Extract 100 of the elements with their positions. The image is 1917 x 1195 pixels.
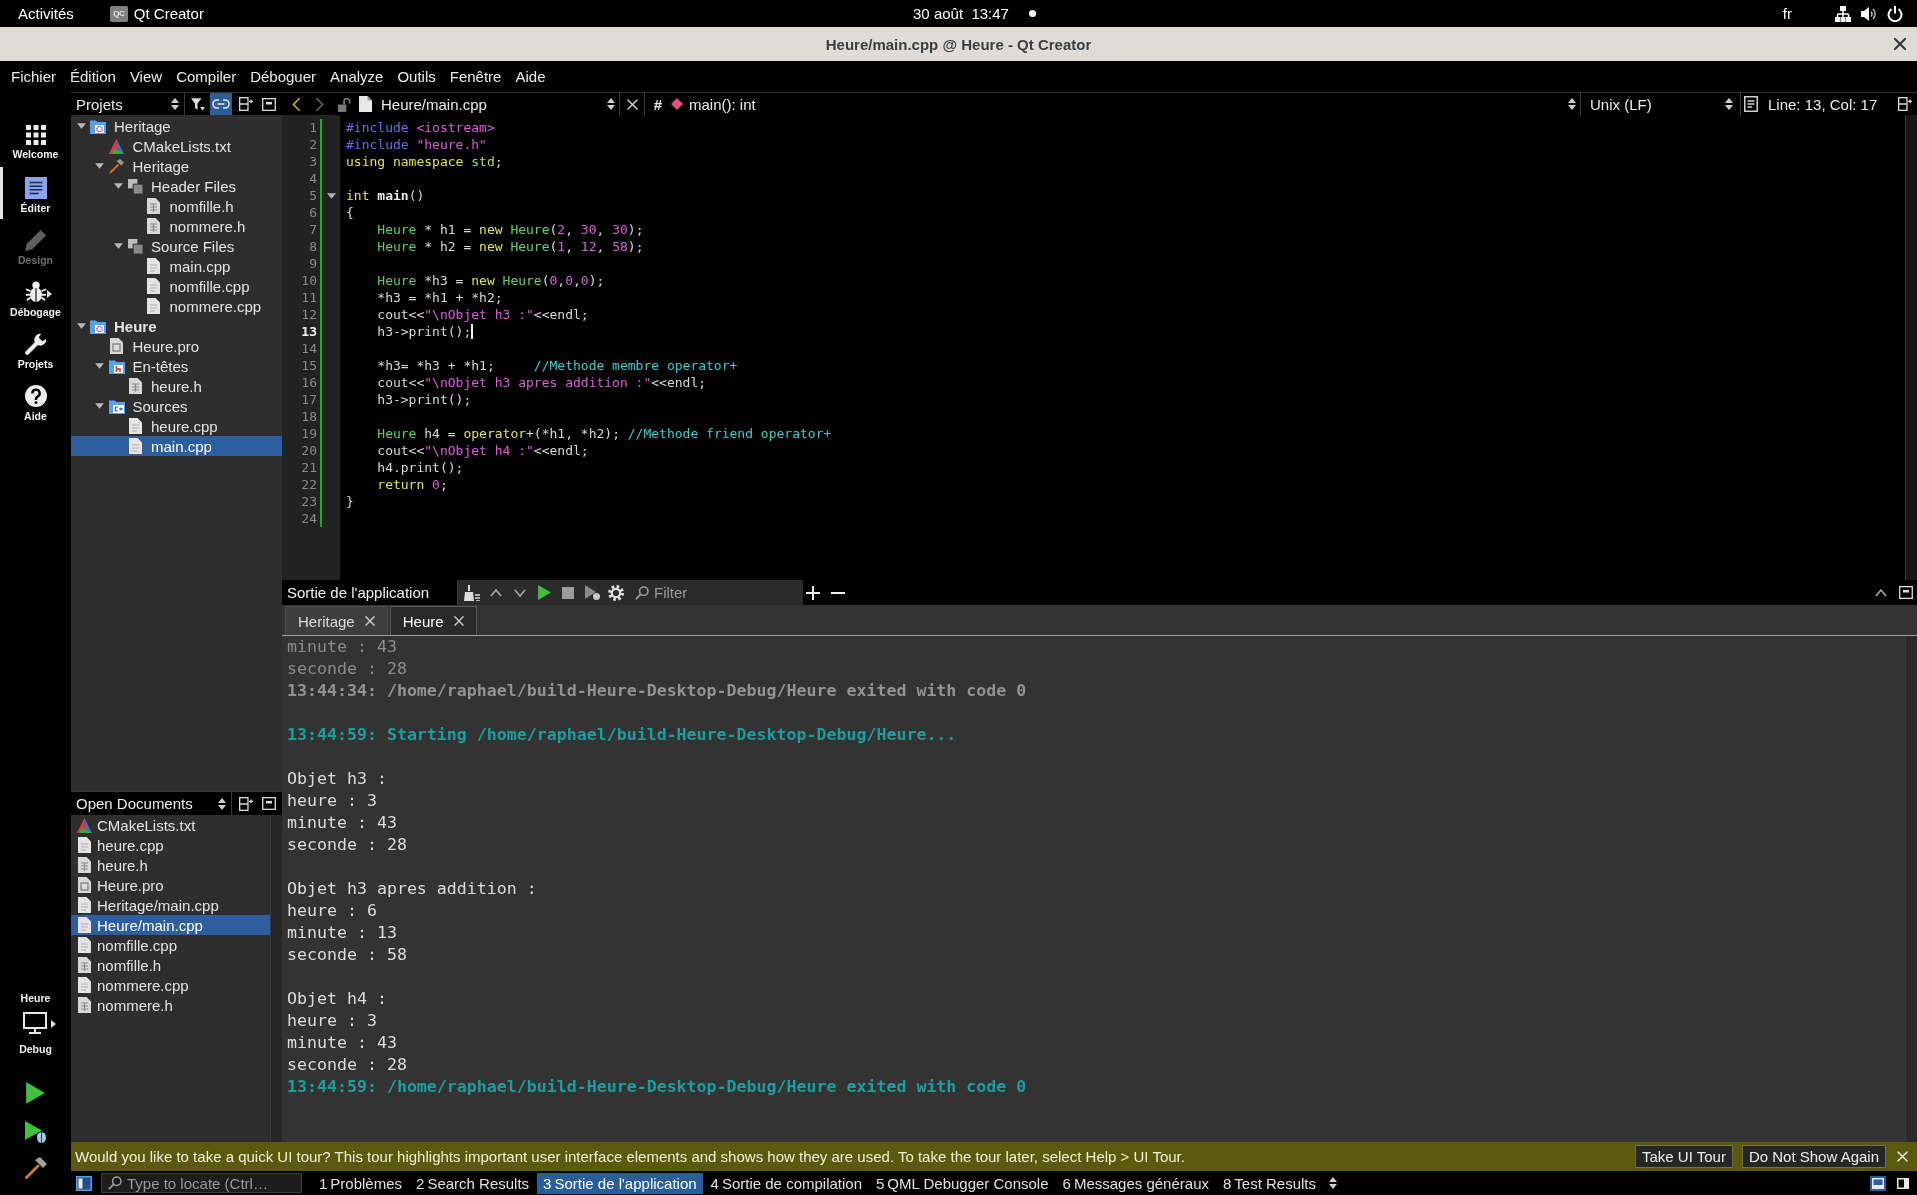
filter-icon[interactable] (191, 97, 205, 111)
mode-button[interactable]: Welcome (0, 115, 71, 167)
tree-item[interactable]: nommere.cpp (71, 296, 282, 316)
menu-item[interactable]: Compiler (169, 64, 244, 89)
open-document[interactable]: nommere.h (71, 995, 270, 1015)
fold-arrow-icon[interactable] (326, 192, 336, 199)
caret-down-icon[interactable] (514, 588, 526, 597)
output-pane-button[interactable]: 4 Sortie de compilation (704, 1172, 868, 1194)
menu-item[interactable]: Fenêtre (442, 64, 509, 89)
maximize-caret-icon[interactable] (1875, 588, 1887, 597)
minus-icon[interactable] (831, 591, 845, 594)
close-icon[interactable] (1894, 38, 1906, 50)
mode-button[interactable]: Éditer (0, 167, 71, 219)
plus-icon[interactable] (806, 585, 820, 600)
document-icon[interactable] (1744, 96, 1758, 112)
run-icon[interactable] (26, 1082, 45, 1104)
scrollbar[interactable] (1905, 115, 1917, 580)
open-document[interactable]: Heure.pro (71, 875, 270, 895)
caret-down-icon[interactable] (113, 243, 123, 249)
tour-button[interactable]: Take UI Tour (1635, 1145, 1733, 1168)
close-panel-icon[interactable] (262, 97, 276, 111)
open-document[interactable]: heure.cpp (71, 835, 270, 855)
help-icon[interactable] (24, 385, 47, 407)
debug-attach-icon[interactable] (584, 585, 600, 600)
tree-item[interactable]: Header Files (71, 176, 282, 196)
scrollbar[interactable] (270, 815, 282, 1142)
hammer-icon[interactable] (24, 1157, 47, 1179)
activities-button[interactable]: Activités (18, 5, 74, 22)
wrench-icon[interactable] (24, 333, 47, 355)
tree-item[interactable]: Source Files (71, 236, 282, 256)
tour-button[interactable]: Do Not Show Again (1741, 1145, 1886, 1168)
menu-item[interactable]: Déboguer (243, 64, 324, 89)
caret-up-icon[interactable] (490, 588, 502, 597)
up-down-arrows-icon[interactable] (218, 797, 226, 810)
open-document[interactable]: nomfille.cpp (71, 935, 270, 955)
output-pane-button[interactable]: 3 Sortie de l'application (537, 1172, 703, 1194)
tree-item[interactable]: Heritage (71, 116, 282, 136)
brush-icon[interactable] (464, 584, 480, 601)
close-panel-icon[interactable] (1899, 586, 1913, 599)
tree-item[interactable]: Sources (71, 396, 282, 416)
debug-run-icon[interactable] (24, 1121, 47, 1143)
tree-item[interactable]: heure.h (71, 376, 282, 396)
split-icon[interactable] (239, 796, 253, 811)
scrollbar[interactable] (1905, 636, 1917, 1142)
tree-item[interactable]: main.cpp (71, 436, 282, 456)
power-icon[interactable] (1887, 5, 1903, 22)
open-document[interactable]: nommere.cpp (71, 975, 270, 995)
menu-item[interactable]: Aide (508, 64, 553, 89)
output-tab[interactable]: Heritage (285, 606, 388, 635)
locator-field[interactable]: Type to locate (Ctrl… (101, 1173, 302, 1193)
tree-item[interactable]: En-têtes (71, 356, 282, 376)
menu-item[interactable]: Édition (63, 64, 123, 89)
volume-icon[interactable] (1861, 5, 1877, 22)
panel-toggle-icon[interactable] (1870, 1175, 1886, 1191)
settings-icon[interactable] (608, 584, 624, 601)
open-document[interactable]: Heritage/main.cpp (71, 895, 270, 915)
output-pane-button[interactable]: 2 Search Results (410, 1172, 536, 1194)
open-document[interactable]: heure.h (71, 855, 270, 875)
menu-item[interactable]: Fichier (4, 64, 63, 89)
tree-item[interactable]: main.cpp (71, 256, 282, 276)
output-tab[interactable]: Heure (389, 606, 477, 635)
output-pane-button[interactable]: 5 QML Debugger Console (870, 1172, 1055, 1194)
caret-down-icon[interactable] (95, 403, 104, 409)
hash-button[interactable]: # (645, 95, 671, 113)
up-down-arrows-icon[interactable] (171, 98, 179, 110)
open-document[interactable]: nomfille.h (71, 955, 270, 975)
tree-item[interactable]: heure.cpp (71, 416, 282, 436)
network-icon[interactable] (1835, 5, 1851, 22)
open-document[interactable]: Heure/main.cpp (71, 915, 270, 935)
caret-down-icon[interactable] (76, 123, 86, 129)
run-icon[interactable] (537, 585, 551, 600)
keyboard-layout-button[interactable]: fr (1782, 5, 1792, 22)
up-down-arrows-icon[interactable] (1725, 98, 1733, 110)
split-icon[interactable] (1898, 97, 1912, 111)
up-down-arrows-icon[interactable] (607, 98, 615, 110)
tree-item[interactable]: nomfille.h (71, 196, 282, 216)
sidebar-toggle-icon[interactable] (76, 1175, 92, 1191)
kit-selector[interactable]: Heure Debug (19, 992, 52, 1057)
clock-menu[interactable]: 30 août 13:47 (913, 5, 1009, 22)
app-menu[interactable]: QC Qt Creator (109, 5, 204, 22)
output-pane-button[interactable]: 1 Problèmes (313, 1172, 409, 1194)
link-icon[interactable] (210, 93, 232, 115)
menu-item[interactable]: Outils (390, 64, 443, 89)
mode-button[interactable]: Aide (0, 375, 71, 427)
split-icon[interactable] (239, 97, 253, 111)
mode-button[interactable]: Débogage (0, 271, 71, 323)
panel-toggle-icon[interactable] (1895, 1175, 1911, 1191)
tree-item[interactable]: Heure (71, 316, 282, 336)
tree-item[interactable]: nommere.h (71, 216, 282, 236)
tree-item[interactable]: Heure.pro (71, 336, 282, 356)
caret-down-icon[interactable] (95, 163, 104, 169)
menu-item[interactable]: View (122, 64, 170, 89)
open-document[interactable]: CMakeLists.txt (71, 815, 270, 835)
up-down-arrows-icon[interactable] (1329, 1177, 1338, 1189)
menu-item[interactable]: Analyze (323, 64, 391, 89)
up-down-arrows-icon[interactable] (1568, 98, 1576, 110)
bug-icon[interactable] (24, 281, 47, 303)
tree-item[interactable]: CMakeLists.txt (71, 136, 282, 156)
close-panel-icon[interactable] (262, 797, 276, 810)
tree-item[interactable]: Heritage (71, 156, 282, 176)
